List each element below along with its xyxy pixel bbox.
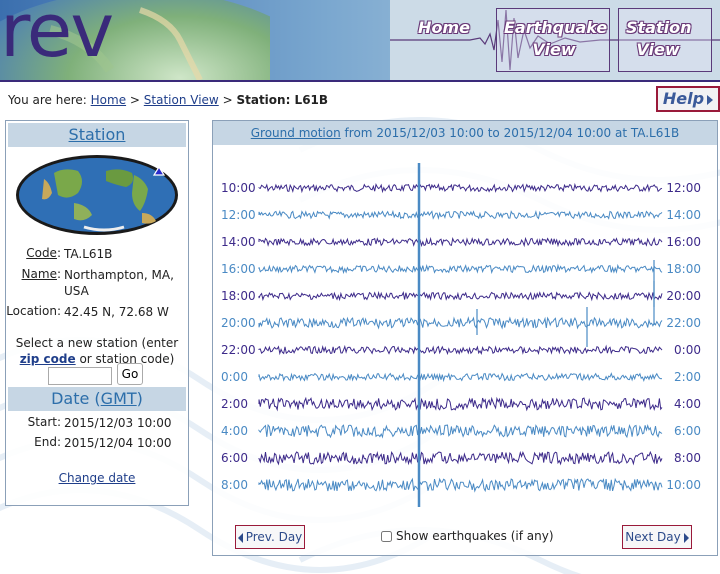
go-button[interactable]: Go: [117, 363, 143, 385]
select-station-instructions: Select a new station (enter zip code or …: [6, 335, 188, 367]
seismogram-trace: [258, 477, 663, 493]
nav-home-link[interactable]: Home: [416, 17, 472, 39]
show-earthquakes-checkbox[interactable]: [381, 531, 392, 542]
station-sidebar: Station Code: TA.L61B Name: Northampton,…: [5, 120, 189, 506]
time-label-right: 4:00: [674, 397, 701, 411]
title-start: 2015/12/03 10:00: [376, 126, 484, 140]
time-label-right: 12:00: [666, 181, 701, 195]
breadcrumb-current: Station: L61B: [236, 93, 329, 107]
time-label-right: 18:00: [666, 262, 701, 276]
seismogram-trace: [258, 236, 663, 248]
seismogram-trace: [258, 316, 663, 330]
name-label-link[interactable]: Name: [22, 267, 57, 281]
prev-day-label: Prev. Day: [245, 530, 303, 544]
world-map-image[interactable]: [14, 153, 180, 237]
breadcrumb-station-view-link[interactable]: Station View: [144, 93, 219, 107]
code-label: Code:: [26, 246, 61, 260]
help-button[interactable]: Help: [656, 86, 720, 112]
date-heading-prefix: Date (: [51, 389, 101, 408]
station-search-input[interactable]: [48, 367, 112, 385]
name-label: Name:: [21, 267, 61, 281]
time-label-left: 20:00: [221, 316, 256, 330]
site-header: rev Home Earthquake View Station View: [0, 0, 720, 82]
seismogram-trace: [258, 372, 663, 383]
seismogram-trace: [258, 182, 663, 194]
time-label-left: 18:00: [221, 289, 256, 303]
time-label-left: 14:00: [221, 235, 256, 249]
date-heading: Date (GMT): [8, 387, 186, 411]
seismogram-trace: [258, 396, 663, 412]
seismogram-trace: [258, 290, 663, 302]
panel-title: Ground motion from 2015/12/03 10:00 to 2…: [213, 121, 717, 145]
zip-code-link[interactable]: zip code: [20, 352, 76, 366]
gmt-link[interactable]: GMT: [101, 389, 137, 408]
time-label-left: 0:00: [221, 370, 248, 384]
location-value: 42.45 N, 72.68 W: [64, 305, 169, 319]
start-label: Start:: [27, 415, 61, 429]
station-heading-link[interactable]: Station: [69, 125, 126, 144]
time-label-right: 2:00: [674, 370, 701, 384]
breadcrumb-home-link[interactable]: Home: [91, 93, 126, 107]
time-label-left: 22:00: [221, 343, 256, 357]
ground-motion-panel: Ground motion from 2015/12/03 10:00 to 2…: [212, 120, 718, 556]
change-date-link[interactable]: Change date: [6, 471, 188, 485]
time-label-right: 6:00: [674, 424, 701, 438]
next-day-label: Next Day: [625, 530, 681, 544]
help-label: Help: [662, 89, 705, 108]
date-heading-suffix: ): [136, 389, 143, 408]
station-heading: Station: [8, 123, 186, 147]
time-label-right: 14:00: [666, 208, 701, 222]
breadcrumb-prefix: You are here:: [8, 93, 87, 107]
time-label-left: 10:00: [221, 181, 256, 195]
breadcrumb: You are here: Home > Station View > Stat…: [8, 93, 328, 107]
nav-earthquake-view-link[interactable]: Earthquake View: [504, 17, 607, 61]
seismogram-plot[interactable]: 10:00 12:00 12:00 14:00 14:00 16:00 16:00 18:00…: [213, 147, 717, 523]
seismogram-trace: [258, 209, 663, 221]
time-label-right: 8:00: [674, 451, 701, 465]
select-text-1: Select a new station (enter: [15, 336, 179, 350]
breadcrumb-separator: >: [129, 93, 140, 107]
start-value: 2015/12/03 10:00: [64, 416, 172, 430]
end-label: End:: [34, 435, 61, 449]
next-day-button[interactable]: Next Day: [622, 525, 692, 549]
location-label: Location:: [6, 304, 61, 318]
seismogram-trace: [258, 263, 663, 275]
title-at: at TA.L61B: [614, 126, 680, 140]
triangle-left-icon: [237, 532, 243, 543]
title-to: to: [487, 126, 500, 140]
triangle-right-icon: [683, 532, 689, 543]
time-label-left: 4:00: [221, 424, 248, 438]
time-label-right: 22:00: [666, 316, 701, 330]
time-label-right: 20:00: [666, 289, 701, 303]
breadcrumb-separator: >: [222, 93, 233, 107]
header-divider: [0, 80, 720, 82]
time-label-right: 10:00: [666, 478, 701, 492]
time-label-left: 12:00: [221, 208, 256, 222]
time-label-left: 2:00: [221, 397, 248, 411]
end-value: 2015/12/04 10:00: [64, 436, 172, 450]
time-label-left: 6:00: [221, 451, 248, 465]
show-earthquakes-label: Show earthquakes (if any): [396, 529, 554, 543]
time-label-left: 8:00: [221, 478, 248, 492]
show-earthquakes-toggle[interactable]: Show earthquakes (if any): [381, 529, 554, 543]
time-label-right: 0:00: [674, 343, 701, 357]
title-end: 2015/12/04 10:00: [503, 126, 612, 140]
triangle-right-icon: [707, 94, 714, 105]
name-value: Northampton, MA, USA: [64, 268, 174, 298]
seismogram-trace: [258, 423, 663, 439]
seismogram-trace: [258, 450, 663, 466]
code-value: TA.L61B: [64, 247, 113, 261]
time-label-left: 16:00: [221, 262, 256, 276]
ground-motion-link[interactable]: Ground motion: [251, 126, 341, 140]
nav-station-view-link[interactable]: Station View: [626, 17, 691, 61]
time-label-right: 16:00: [666, 235, 701, 249]
code-label-link[interactable]: Code: [26, 246, 57, 260]
title-from: from: [344, 126, 373, 140]
seismogram-trace: [258, 344, 663, 356]
logo[interactable]: rev: [0, 0, 114, 68]
prev-day-button[interactable]: Prev. Day: [235, 525, 305, 549]
